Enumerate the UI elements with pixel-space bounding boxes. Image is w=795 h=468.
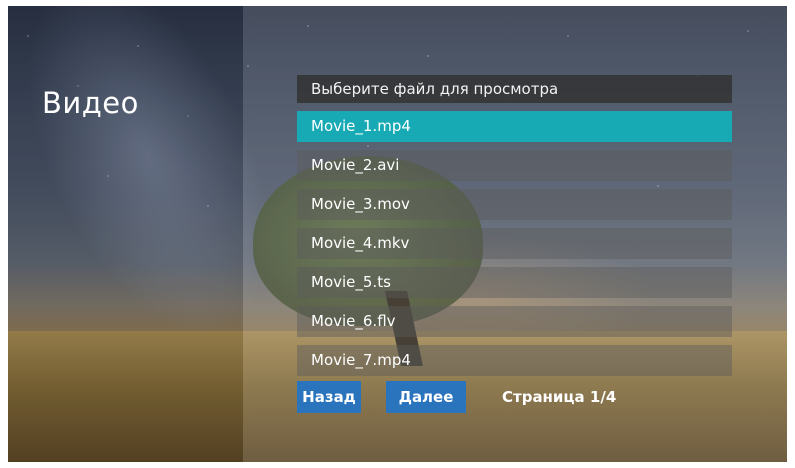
- page-indicator: Страница 1/4: [502, 388, 617, 406]
- file-list: Выберите файл для просмотра Movie_1.mp4 …: [297, 75, 732, 384]
- list-item[interactable]: Movie_3.mov: [297, 189, 732, 220]
- left-panel: [8, 6, 243, 462]
- page-title: Видео: [42, 86, 139, 120]
- pager: Назад Далее Страница 1/4: [297, 381, 737, 413]
- file-list-header: Выберите файл для просмотра: [297, 75, 732, 103]
- list-item[interactable]: Movie_1.mp4: [297, 111, 732, 142]
- list-item[interactable]: Movie_6.flv: [297, 306, 732, 337]
- next-button[interactable]: Далее: [386, 381, 466, 413]
- list-item[interactable]: Movie_7.mp4: [297, 345, 732, 376]
- list-item[interactable]: Movie_4.mkv: [297, 228, 732, 259]
- back-button[interactable]: Назад: [297, 381, 361, 413]
- list-item[interactable]: Movie_5.ts: [297, 267, 732, 298]
- list-item[interactable]: Movie_2.avi: [297, 150, 732, 181]
